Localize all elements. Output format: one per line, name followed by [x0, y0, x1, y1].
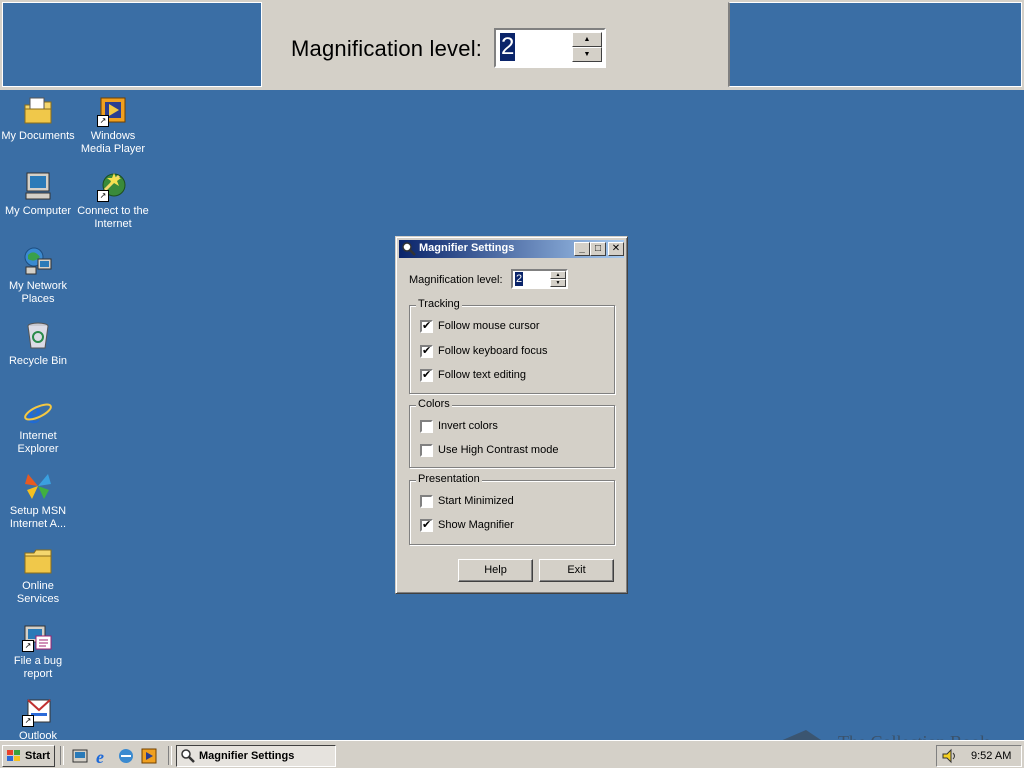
- checkbox-box[interactable]: [420, 495, 433, 508]
- checkbox-label: Follow text editing: [438, 369, 527, 381]
- magnifier-settings-dialog: Magnifier Settings _ □ ✕ Magnification l…: [395, 236, 628, 594]
- checkbox-box[interactable]: ✔: [420, 345, 433, 358]
- presentation-group-title: Presentation: [416, 473, 482, 485]
- magnified-level-value: 2: [500, 33, 516, 61]
- outlook-express-quicklaunch-icon[interactable]: [117, 747, 135, 765]
- desktop-icon-connect-internet[interactable]: ↗ Connect to the Internet: [75, 170, 151, 231]
- media-player-quicklaunch-icon[interactable]: [140, 747, 158, 765]
- desktop-icon-my-documents[interactable]: My Documents: [0, 95, 76, 143]
- volume-icon[interactable]: [941, 748, 959, 767]
- taskbar-button-magnifier-settings[interactable]: Magnifier Settings: [176, 745, 336, 767]
- desktop-icon-label: Online Services: [16, 580, 60, 605]
- checkbox-label: Show Magnifier: [438, 519, 514, 531]
- magnified-level-spinner: 2 ▲ ▼: [494, 28, 606, 68]
- shortcut-arrow-icon: ↗: [22, 640, 34, 652]
- magnification-level-spinner[interactable]: 2 ▲ ▼: [511, 269, 568, 289]
- help-button[interactable]: Help: [458, 559, 533, 582]
- start-label: Start: [25, 750, 51, 762]
- desktop-icon-setup-msn[interactable]: Setup MSN Internet A...: [0, 470, 76, 531]
- magnifier-icon: [401, 241, 417, 257]
- shortcut-arrow-icon: ↗: [97, 190, 109, 202]
- desktop-icon-my-network-places[interactable]: My Network Places: [0, 245, 76, 306]
- magnified-up-arrow-icon: ▲: [572, 32, 602, 47]
- windows-logo-icon: [6, 749, 22, 763]
- msn-butterfly-icon: [22, 470, 54, 502]
- shortcut-arrow-icon: ↗: [97, 115, 109, 127]
- magnified-desktop-left: [2, 2, 262, 87]
- taskbar-separator: [60, 746, 64, 765]
- connect-wizard-icon: ↗: [97, 170, 129, 202]
- taskbar-button-label: Magnifier Settings: [199, 750, 295, 762]
- checkbox-box[interactable]: [420, 444, 433, 457]
- checkbox-label: Invert colors: [438, 420, 498, 432]
- close-icon: ✕: [611, 243, 621, 254]
- desktop-icon-label: My Network Places: [8, 280, 68, 305]
- minimize-icon: _: [579, 243, 585, 254]
- maximize-icon: □: [594, 243, 602, 254]
- checkbox-label: Follow keyboard focus: [438, 345, 548, 357]
- magnification-level-input[interactable]: 2: [515, 272, 524, 286]
- desktop-icon-label: My Documents: [1, 130, 75, 142]
- desktop-icon-label: Setup MSN Internet A...: [9, 505, 67, 530]
- internet-explorer-quicklaunch-icon[interactable]: e: [94, 747, 112, 767]
- tracking-group-title: Tracking: [416, 298, 462, 310]
- desktop-icon-label: Internet Explorer: [17, 430, 59, 455]
- show-desktop-icon[interactable]: [71, 747, 89, 765]
- desktop-icon-outlook[interactable]: ↗ Outlook: [0, 695, 76, 743]
- recycle-bin-icon: [22, 320, 54, 352]
- checkbox-label: Use High Contrast mode: [438, 444, 559, 456]
- exit-button[interactable]: Exit: [539, 559, 614, 582]
- colors-group: Colors Invert colors Use High Contrast m…: [409, 398, 615, 468]
- magnifier-icon: [180, 748, 196, 767]
- dialog-titlebar[interactable]: Magnifier Settings _ □ ✕: [399, 240, 624, 258]
- desktop-icon-recycle-bin[interactable]: Recycle Bin: [0, 320, 76, 368]
- media-player-icon: ↗: [97, 95, 129, 127]
- minimize-button[interactable]: _: [574, 242, 590, 256]
- dialog-title: Magnifier Settings: [419, 242, 515, 254]
- svg-text:e: e: [96, 747, 104, 765]
- desktop-icon-label: Recycle Bin: [8, 355, 68, 367]
- shortcut-arrow-icon: ↗: [22, 715, 34, 727]
- checkbox-box[interactable]: ✔: [420, 369, 433, 382]
- checkbox-label: Start Minimized: [438, 495, 514, 507]
- magnified-desktop-right: [728, 2, 1022, 87]
- taskbar: Start e Magnifier Settings 9:52 AM: [0, 740, 1024, 768]
- checkbox-box[interactable]: [420, 420, 433, 433]
- desktop-icon-label: My Computer: [4, 205, 72, 217]
- tracking-group: Tracking ✔ Follow mouse cursor ✔ Follow …: [409, 298, 615, 394]
- bug-report-icon: ↗: [22, 620, 54, 652]
- system-tray: 9:52 AM: [936, 745, 1022, 767]
- desktop-icon-label: File a bug report: [13, 655, 63, 680]
- maximize-button[interactable]: □: [590, 242, 606, 256]
- colors-group-title: Colors: [416, 398, 452, 410]
- checkbox-box[interactable]: ✔: [420, 519, 433, 532]
- spin-down-arrow-icon[interactable]: ▼: [550, 279, 566, 287]
- desktop-icon-online-services[interactable]: Online Services: [0, 545, 76, 606]
- computer-icon: [22, 170, 54, 202]
- desktop-icon-windows-media-player[interactable]: ↗ Windows Media Player: [75, 95, 151, 156]
- checkbox-label: Follow mouse cursor: [438, 320, 540, 332]
- presentation-group: Presentation Start Minimized ✔ Show Magn…: [409, 473, 615, 545]
- desktop-icon-label: Windows Media Player: [80, 130, 146, 155]
- magnified-level-label: Magnification level:: [291, 36, 483, 61]
- spin-up-arrow-icon[interactable]: ▲: [550, 271, 566, 279]
- desktop-icon-internet-explorer[interactable]: e Internet Explorer: [0, 394, 76, 456]
- taskbar-separator: [168, 746, 172, 765]
- start-button[interactable]: Start: [2, 745, 55, 767]
- desktop-icon-my-computer[interactable]: My Computer: [0, 170, 76, 218]
- folder-icon: [22, 545, 54, 577]
- desktop-icon-file-bug-report[interactable]: ↗ File a bug report: [0, 620, 76, 681]
- magnification-level-label: Magnification level:: [409, 274, 503, 286]
- checkbox-box[interactable]: ✔: [420, 320, 433, 333]
- desktop-icon-label: Connect to the Internet: [77, 205, 149, 230]
- folder-documents-icon: [22, 95, 54, 127]
- network-icon: [22, 245, 54, 277]
- magnifier-view: Magnification level: 2 ▲ ▼: [0, 0, 1024, 90]
- close-button[interactable]: ✕: [608, 242, 624, 256]
- clock[interactable]: 9:52 AM: [971, 750, 1011, 762]
- internet-explorer-icon: e: [22, 394, 54, 430]
- magnified-down-arrow-icon: ▼: [572, 47, 602, 62]
- outlook-icon: ↗: [22, 695, 54, 727]
